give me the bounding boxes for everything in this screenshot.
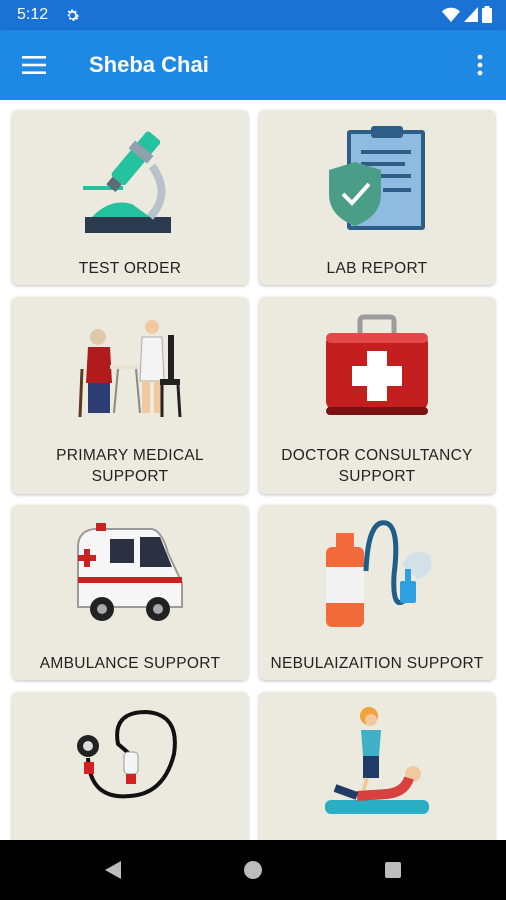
first-aid-kit-icon — [326, 314, 428, 415]
system-navigation-bar — [0, 840, 506, 900]
physiotherapy-icon — [325, 707, 429, 814]
service-label: NEBULAIZAITION SUPPORT — [270, 655, 484, 672]
service-card-lab-report[interactable]: LAB REPORT — [259, 110, 495, 285]
nav-recents-button[interactable] — [381, 858, 405, 882]
more-vert-icon — [477, 54, 483, 76]
service-card-stethoscope[interactable] — [12, 692, 248, 840]
service-label: AMBULANCE SUPPORT — [39, 655, 221, 672]
nebulizer-icon — [326, 520, 432, 627]
settings-gear-icon — [67, 9, 80, 21]
service-label: LAB REPORT — [326, 260, 428, 277]
recents-square-icon — [385, 862, 401, 878]
wifi-icon — [442, 7, 460, 22]
medical-checkup-icon — [78, 320, 182, 418]
nav-back-button[interactable] — [101, 858, 125, 882]
app-bar: Sheba Chai — [0, 30, 506, 100]
service-label: PRIMARY MEDICAL SUPPORT — [56, 447, 204, 485]
service-card-doctor-consultancy-support[interactable]: DOCTOR CONSULTANCY SUPPORT — [259, 297, 495, 494]
service-card-primary-medical-support[interactable]: PRIMARY MEDICAL SUPPORT — [12, 297, 248, 494]
home-circle-icon — [244, 861, 262, 879]
back-triangle-icon — [105, 861, 121, 879]
ambulance-icon — [77, 523, 183, 621]
status-bar: 5:12 — [0, 0, 506, 30]
service-card-test-order[interactable]: TEST ORDER — [12, 110, 248, 285]
menu-button[interactable] — [16, 48, 52, 82]
nav-home-button[interactable] — [241, 858, 265, 882]
app-title: Sheba Chai — [89, 52, 209, 77]
hamburger-menu-icon — [22, 56, 46, 74]
service-label: TEST ORDER — [78, 260, 182, 277]
more-options-button[interactable] — [468, 48, 492, 82]
service-grid: TEST ORDER LAB REPORT PRIMARY MEDICAL SU… — [0, 100, 506, 840]
service-label: DOCTOR CONSULTANCY SUPPORT — [281, 447, 473, 485]
signal-icon — [464, 7, 478, 22]
lab-report-clipboard-icon — [329, 126, 425, 230]
stethoscope-icon — [77, 709, 177, 799]
status-time: 5:12 — [17, 6, 49, 23]
service-card-ambulance-support[interactable]: AMBULANCE SUPPORT — [12, 505, 248, 680]
service-card-nebulization-support[interactable]: NEBULAIZAITION SUPPORT — [259, 505, 495, 680]
service-card-physiotherapy[interactable] — [259, 692, 495, 840]
status-icons — [442, 6, 492, 23]
microscope-icon — [83, 131, 171, 233]
battery-icon — [482, 6, 492, 23]
